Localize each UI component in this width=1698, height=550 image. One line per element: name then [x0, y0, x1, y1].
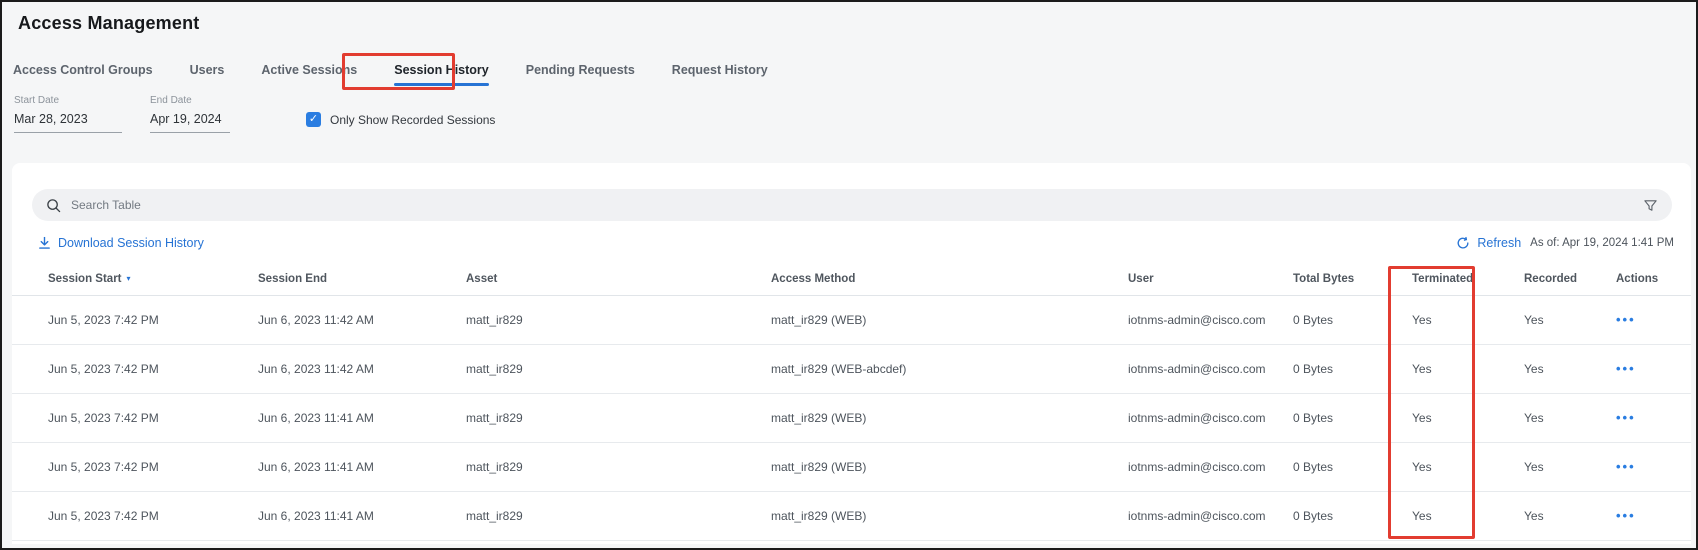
start-date-field: Start Date: [14, 95, 122, 133]
cell-session-start: Jun 5, 2023 7:42 PM: [12, 491, 258, 541]
cell-asset: matt_ir829: [466, 295, 771, 345]
row-actions-menu-button[interactable]: •••: [1616, 362, 1636, 375]
start-date-label: Start Date: [14, 95, 60, 106]
filter-bar: Start Date End Date ✓ Only Show Recorded…: [14, 95, 495, 133]
session-history-card: Download Session History Refresh As of: …: [12, 163, 1691, 544]
table-row: Jun 5, 2023 7:42 PM Jun 6, 2023 11:41 AM…: [12, 393, 1691, 443]
tab-bar: Access Control Groups Users Active Sessi…: [13, 57, 1676, 89]
column-header-total-bytes[interactable]: Total Bytes: [1293, 263, 1412, 296]
column-header-recorded[interactable]: Recorded: [1524, 263, 1616, 296]
cell-user: iotnms-admin@cisco.com: [1128, 491, 1293, 541]
table-row: Jun 5, 2023 7:42 PM Jun 6, 2023 11:42 AM…: [12, 344, 1691, 394]
column-header-terminated[interactable]: Terminated: [1412, 263, 1524, 296]
table-search-bar[interactable]: [32, 189, 1672, 221]
cell-user: iotnms-admin@cisco.com: [1128, 344, 1293, 394]
column-header-user[interactable]: User: [1128, 263, 1293, 296]
row-actions-menu-button[interactable]: •••: [1616, 411, 1636, 424]
column-header-session-start[interactable]: Session Start ▾: [12, 263, 258, 296]
as-of-timestamp: As of: Apr 19, 2024 1:41 PM: [1530, 237, 1674, 249]
refresh-link[interactable]: Refresh: [1456, 236, 1521, 250]
cell-user: iotnms-admin@cisco.com: [1128, 393, 1293, 443]
table-toolbar: Download Session History Refresh As of: …: [38, 233, 1674, 253]
row-actions-menu-button[interactable]: •••: [1616, 313, 1636, 326]
cell-session-start: Jun 5, 2023 7:42 PM: [12, 442, 258, 492]
cell-total-bytes: 0 Bytes: [1293, 344, 1412, 394]
tab-pending-requests[interactable]: Pending Requests: [526, 57, 635, 89]
cell-total-bytes: 0 Bytes: [1293, 393, 1412, 443]
cell-access-method: matt_ir829 (WEB): [771, 442, 1128, 492]
tab-session-history[interactable]: Session History: [394, 57, 489, 89]
tab-access-control-groups[interactable]: Access Control Groups: [13, 57, 153, 89]
refresh-group: Refresh As of: Apr 19, 2024 1:41 PM: [1456, 236, 1674, 250]
download-session-history-link[interactable]: Download Session History: [38, 236, 204, 250]
end-date-field: End Date: [150, 95, 230, 133]
column-header-actions: Actions: [1616, 263, 1691, 296]
cell-session-end: Jun 6, 2023 11:42 AM: [258, 344, 466, 394]
search-input[interactable]: [71, 198, 1643, 212]
sort-desc-icon[interactable]: ▾: [127, 274, 131, 283]
column-header-session-end[interactable]: Session End: [258, 263, 466, 296]
cell-recorded: Yes: [1524, 295, 1616, 345]
download-link-label: Download Session History: [58, 236, 204, 250]
table-header-row: Session Start ▾ Session End Asset Access …: [12, 263, 1691, 296]
row-actions-menu-button[interactable]: •••: [1616, 509, 1636, 522]
recorded-sessions-checkbox-label: Only Show Recorded Sessions: [330, 112, 496, 127]
refresh-icon: [1456, 236, 1470, 250]
cell-recorded: Yes: [1524, 393, 1616, 443]
row-actions-menu-button[interactable]: •••: [1616, 460, 1636, 473]
refresh-link-label: Refresh: [1477, 236, 1522, 250]
cell-total-bytes: 0 Bytes: [1293, 295, 1412, 345]
end-date-label: End Date: [150, 95, 192, 106]
cell-session-end: Jun 6, 2023 11:41 AM: [258, 491, 466, 541]
cell-terminated: Yes: [1412, 491, 1524, 541]
cell-terminated: Yes: [1412, 295, 1524, 345]
cell-session-start: Jun 5, 2023 7:42 PM: [12, 344, 258, 394]
cell-asset: matt_ir829: [466, 442, 771, 492]
column-header-asset[interactable]: Asset: [466, 263, 771, 296]
table-row: Jun 5, 2023 7:42 PM Jun 6, 2023 11:42 AM…: [12, 295, 1691, 345]
cell-recorded: Yes: [1524, 491, 1616, 541]
page-title: Access Management: [18, 13, 200, 33]
tab-active-sessions[interactable]: Active Sessions: [261, 57, 357, 89]
search-icon: [46, 198, 61, 213]
start-date-input[interactable]: [14, 110, 122, 133]
table-row: Jun 5, 2023 7:42 PM Jun 6, 2023 11:41 AM…: [12, 491, 1691, 541]
cell-user: iotnms-admin@cisco.com: [1128, 295, 1293, 345]
cell-session-end: Jun 6, 2023 11:41 AM: [258, 393, 466, 443]
cell-recorded: Yes: [1524, 344, 1616, 394]
cell-total-bytes: 0 Bytes: [1293, 491, 1412, 541]
cell-terminated: Yes: [1412, 442, 1524, 492]
download-icon: [38, 236, 51, 250]
cell-session-start: Jun 5, 2023 7:42 PM: [12, 295, 258, 345]
cell-total-bytes: 0 Bytes: [1293, 442, 1412, 492]
cell-access-method: matt_ir829 (WEB): [771, 393, 1128, 443]
cell-asset: matt_ir829: [466, 393, 771, 443]
table-row: Jun 5, 2023 7:42 PM Jun 6, 2023 11:41 AM…: [12, 442, 1691, 492]
cell-asset: matt_ir829: [466, 344, 771, 394]
cell-user: iotnms-admin@cisco.com: [1128, 442, 1293, 492]
session-start-header-label: Session Start: [48, 272, 122, 285]
cell-terminated: Yes: [1412, 393, 1524, 443]
cell-asset: matt_ir829: [466, 491, 771, 541]
active-tab-underline: [394, 83, 489, 86]
filter-funnel-icon[interactable]: [1643, 198, 1658, 213]
tab-users[interactable]: Users: [190, 57, 225, 89]
cell-session-start: Jun 5, 2023 7:42 PM: [12, 393, 258, 443]
cell-access-method: matt_ir829 (WEB-abcdef): [771, 344, 1128, 394]
checkbox-checked-icon[interactable]: ✓: [306, 112, 321, 127]
cell-session-end: Jun 6, 2023 11:42 AM: [258, 295, 466, 345]
cell-access-method: matt_ir829 (WEB): [771, 295, 1128, 345]
cell-access-method: matt_ir829 (WEB): [771, 491, 1128, 541]
tab-session-history-label: Session History: [394, 63, 489, 77]
tab-request-history[interactable]: Request History: [672, 57, 768, 89]
recorded-sessions-checkbox-row[interactable]: ✓ Only Show Recorded Sessions: [306, 112, 495, 127]
cell-recorded: Yes: [1524, 442, 1616, 492]
column-header-access-method[interactable]: Access Method: [771, 263, 1128, 296]
session-history-table: Session Start ▾ Session End Asset Access …: [12, 263, 1691, 541]
cell-session-end: Jun 6, 2023 11:41 AM: [258, 442, 466, 492]
end-date-input[interactable]: [150, 110, 230, 133]
cell-terminated: Yes: [1412, 344, 1524, 394]
